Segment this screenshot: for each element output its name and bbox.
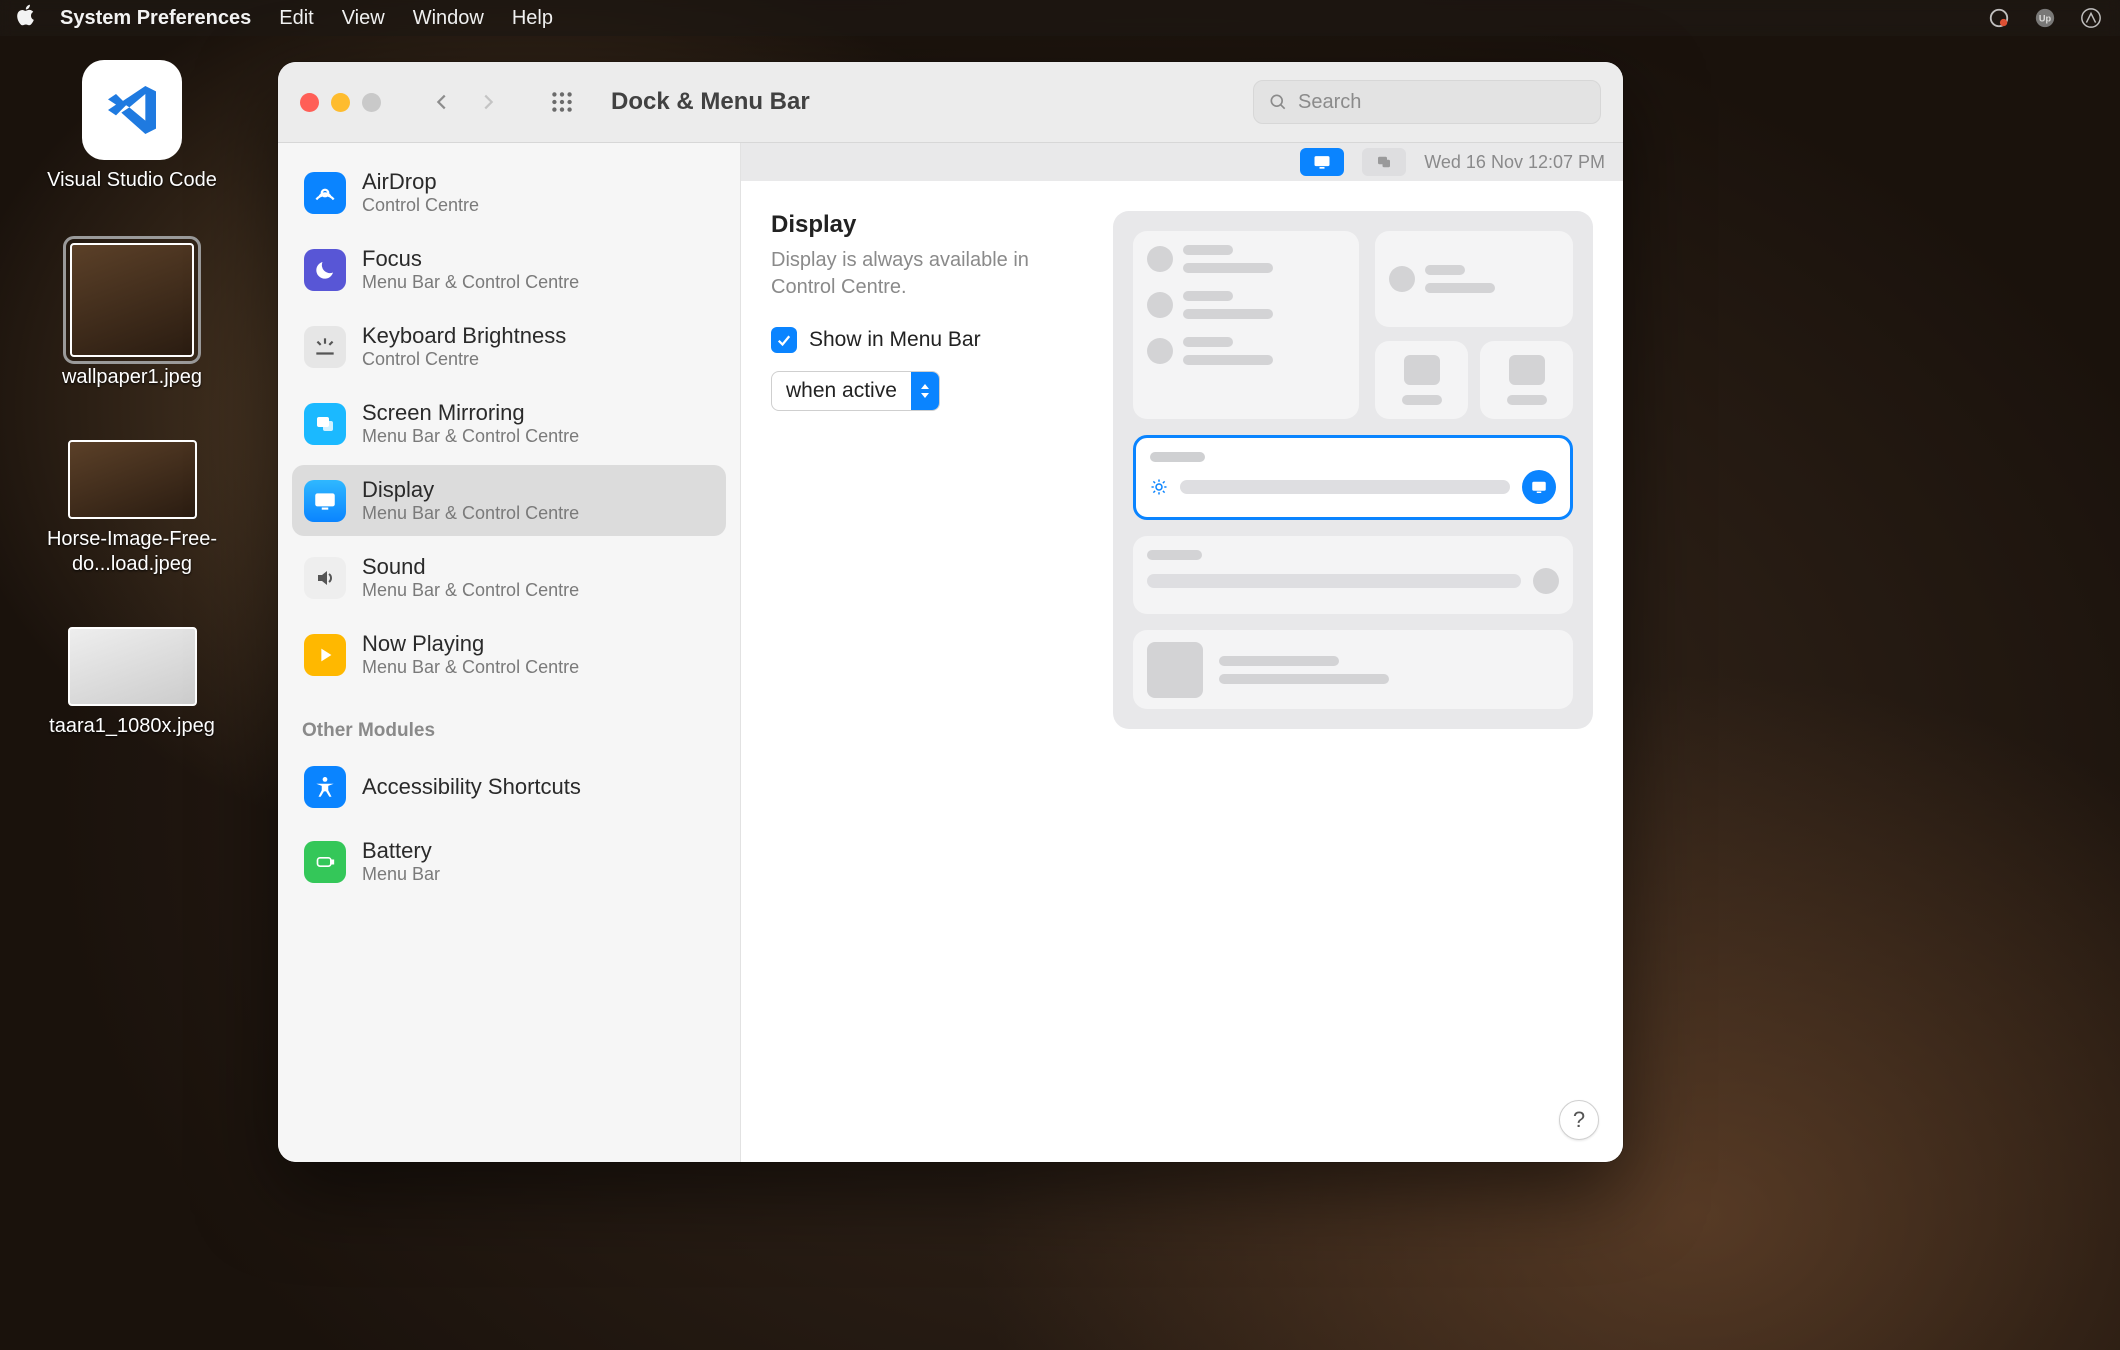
- menubar-app-name[interactable]: System Preferences: [60, 7, 251, 30]
- sidebar-item-label: Display: [362, 477, 579, 503]
- show-in-menubar-row[interactable]: Show in Menu Bar: [771, 327, 1073, 353]
- control-centre-preview: [1113, 211, 1593, 729]
- sidebar-item-label: Battery: [362, 838, 440, 864]
- sidebar-item-accessibility-shortcuts[interactable]: Accessibility Shortcuts: [292, 754, 726, 820]
- image-thumbnail: [70, 243, 194, 357]
- display-module-highlight: [1133, 435, 1573, 520]
- window-title: Dock & Menu Bar: [611, 88, 810, 116]
- battery-icon: [304, 841, 346, 883]
- menubar-item-edit[interactable]: Edit: [279, 7, 313, 30]
- sidebar-item-subtitle: Menu Bar & Control Centre: [362, 580, 579, 601]
- display-icon: [304, 480, 346, 522]
- sidebar-item-label: AirDrop: [362, 169, 479, 195]
- menubar-status-icon-3[interactable]: [2078, 5, 2104, 31]
- sidebar-item-subtitle: Menu Bar: [362, 864, 440, 885]
- select-stepper-icon: [911, 372, 939, 410]
- sidebar[interactable]: AirDropControl Centre FocusMenu Bar & Co…: [278, 143, 741, 1162]
- menubar-status-icon-2[interactable]: Up: [2032, 5, 2058, 31]
- close-button[interactable]: [300, 93, 319, 112]
- desktop-icon-label: Visual Studio Code: [47, 168, 217, 193]
- apple-menu-icon[interactable]: [16, 4, 38, 32]
- detail-pane: Wed 16 Nov 12:07 PM Display Display is a…: [741, 143, 1623, 1162]
- sidebar-item-now-playing[interactable]: Now PlayingMenu Bar & Control Centre: [292, 619, 726, 690]
- menubar-status-icon-1[interactable]: [1986, 5, 2012, 31]
- minimize-button[interactable]: [331, 93, 350, 112]
- desktop-icons: Visual Studio Code wallpaper1.jpeg Horse…: [12, 60, 252, 739]
- desktop-icon-vscode[interactable]: Visual Studio Code: [12, 60, 252, 193]
- airdrop-icon: [304, 172, 346, 214]
- sidebar-item-subtitle: Menu Bar & Control Centre: [362, 503, 579, 524]
- sidebar-section-header: Other Modules: [302, 720, 716, 742]
- detail-description: Display is always available in Control C…: [771, 247, 1073, 301]
- sidebar-item-sound[interactable]: SoundMenu Bar & Control Centre: [292, 542, 726, 613]
- image-thumbnail: [68, 440, 197, 519]
- sidebar-item-label: Focus: [362, 246, 579, 272]
- brightness-icon: [1150, 478, 1168, 496]
- preview-mirroring-pill-icon: [1362, 148, 1406, 176]
- traffic-lights: [300, 93, 381, 112]
- macos-menubar: System Preferences Edit View Window Help…: [0, 0, 2120, 36]
- sidebar-item-subtitle: Menu Bar & Control Centre: [362, 426, 579, 447]
- sidebar-item-label: Accessibility Shortcuts: [362, 774, 581, 800]
- system-preferences-window: Dock & Menu Bar Search AirDropControl Ce…: [278, 62, 1623, 1162]
- window-titlebar[interactable]: Dock & Menu Bar Search: [278, 62, 1623, 143]
- zoom-button[interactable]: [362, 93, 381, 112]
- checkbox-checked-icon[interactable]: [771, 327, 797, 353]
- image-thumbnail: [68, 627, 197, 706]
- help-button[interactable]: ?: [1559, 1100, 1599, 1140]
- sidebar-item-focus[interactable]: FocusMenu Bar & Control Centre: [292, 234, 726, 305]
- desktop-icon-label: taara1_1080x.jpeg: [49, 714, 215, 739]
- sidebar-item-display[interactable]: DisplayMenu Bar & Control Centre: [292, 465, 726, 536]
- all-prefs-button[interactable]: [547, 87, 577, 117]
- preview-menubar: Wed 16 Nov 12:07 PM: [741, 143, 1623, 181]
- desktop-icon-wallpaper1[interactable]: wallpaper1.jpeg: [12, 243, 252, 390]
- play-icon: [304, 634, 346, 676]
- sidebar-item-label: Now Playing: [362, 631, 579, 657]
- desktop-icon-label: wallpaper1.jpeg: [62, 365, 202, 390]
- sidebar-item-airdrop[interactable]: AirDropControl Centre: [292, 157, 726, 228]
- preview-display-pill-icon: [1300, 148, 1344, 176]
- desktop-icon-horse[interactable]: Horse-Image-Free-do...load.jpeg: [12, 440, 252, 577]
- sidebar-item-keyboard-brightness[interactable]: Keyboard BrightnessControl Centre: [292, 311, 726, 382]
- menubar-item-view[interactable]: View: [342, 7, 385, 30]
- menubar-item-help[interactable]: Help: [512, 7, 553, 30]
- accessibility-icon: [304, 766, 346, 808]
- search-field[interactable]: Search: [1253, 80, 1601, 124]
- display-module-icon: [1522, 470, 1556, 504]
- keyboard-brightness-icon: [304, 326, 346, 368]
- sound-icon: [304, 557, 346, 599]
- vscode-icon: [82, 60, 182, 160]
- sidebar-item-label: Sound: [362, 554, 579, 580]
- select-value: when active: [772, 379, 911, 403]
- sidebar-item-subtitle: Menu Bar & Control Centre: [362, 657, 579, 678]
- sidebar-item-subtitle: Menu Bar & Control Centre: [362, 272, 579, 293]
- screen-mirroring-icon: [304, 403, 346, 445]
- detail-heading: Display: [771, 211, 1073, 239]
- when-active-select[interactable]: when active: [771, 371, 940, 411]
- back-button[interactable]: [427, 87, 457, 117]
- menubar-item-window[interactable]: Window: [413, 7, 484, 30]
- sidebar-item-label: Keyboard Brightness: [362, 323, 566, 349]
- sidebar-item-subtitle: Control Centre: [362, 349, 566, 370]
- search-placeholder: Search: [1298, 91, 1361, 114]
- svg-text:Up: Up: [2039, 14, 2052, 24]
- desktop-icon-taara[interactable]: taara1_1080x.jpeg: [12, 627, 252, 739]
- forward-button[interactable]: [473, 87, 503, 117]
- preview-clock: Wed 16 Nov 12:07 PM: [1424, 152, 1605, 173]
- sidebar-item-screen-mirroring[interactable]: Screen MirroringMenu Bar & Control Centr…: [292, 388, 726, 459]
- moon-icon: [304, 249, 346, 291]
- sidebar-item-label: Screen Mirroring: [362, 400, 579, 426]
- search-icon: [1268, 92, 1288, 112]
- checkbox-label: Show in Menu Bar: [809, 328, 981, 352]
- sidebar-item-subtitle: Control Centre: [362, 195, 479, 216]
- desktop-icon-label: Horse-Image-Free-do...load.jpeg: [12, 527, 252, 577]
- sidebar-item-battery[interactable]: BatteryMenu Bar: [292, 826, 726, 897]
